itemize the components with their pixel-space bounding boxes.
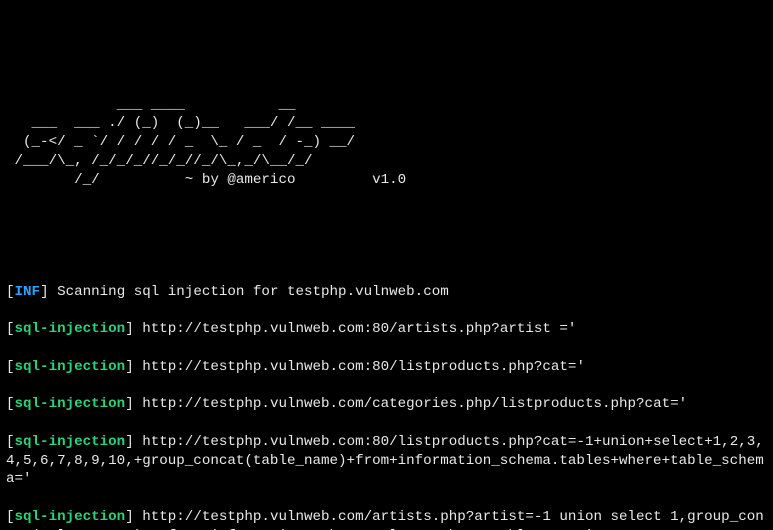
finding-line: [sql-injection] http://testphp.vulnweb.c… xyxy=(6,508,767,530)
finding-line: [sql-injection] http://testphp.vulnweb.c… xyxy=(6,433,767,489)
bracket-close: ] xyxy=(125,321,134,337)
finding-url: http://testphp.vulnweb.com:80/artists.ph… xyxy=(134,321,577,337)
blank-line xyxy=(6,208,767,227)
tag-sql-injection: sql-injection xyxy=(15,509,126,525)
tag-sql-injection: sql-injection xyxy=(15,434,126,450)
bracket-open: [ xyxy=(6,509,15,525)
bracket-close: ] xyxy=(125,396,134,412)
bracket-close: ] xyxy=(125,359,134,375)
bracket-close: ] xyxy=(125,509,134,525)
bracket-close: ] xyxy=(40,284,49,300)
bracket-open: [ xyxy=(6,359,15,375)
finding-line: [sql-injection] http://testphp.vulnweb.c… xyxy=(6,358,767,377)
info-text: Scanning sql injection for testphp.vulnw… xyxy=(49,284,449,300)
bracket-open: [ xyxy=(6,284,15,300)
bracket-open: [ xyxy=(6,396,15,412)
finding-line: [sql-injection] http://testphp.vulnweb.c… xyxy=(6,395,767,414)
finding-url: http://testphp.vulnweb.com:80/listproduc… xyxy=(134,359,585,375)
bracket-close: ] xyxy=(125,434,134,450)
tag-sql-injection: sql-injection xyxy=(15,396,126,412)
blank-line xyxy=(6,246,767,265)
tag-sql-injection: sql-injection xyxy=(15,359,126,375)
tag-sql-injection: sql-injection xyxy=(15,321,126,337)
bracket-open: [ xyxy=(6,434,15,450)
finding-line: [sql-injection] http://testphp.vulnweb.c… xyxy=(6,320,767,339)
terminal-output: ___ ____ __ ___ ___ ./ (_) (_)__ ___/ /_… xyxy=(0,75,773,530)
info-line: [INF] Scanning sql injection for testphp… xyxy=(6,283,767,302)
ascii-banner: ___ ____ __ ___ ___ ./ (_) (_)__ ___/ /_… xyxy=(6,96,767,190)
tag-inf: INF xyxy=(15,284,41,300)
finding-url: http://testphp.vulnweb.com/categories.ph… xyxy=(134,396,687,412)
bracket-open: [ xyxy=(6,321,15,337)
